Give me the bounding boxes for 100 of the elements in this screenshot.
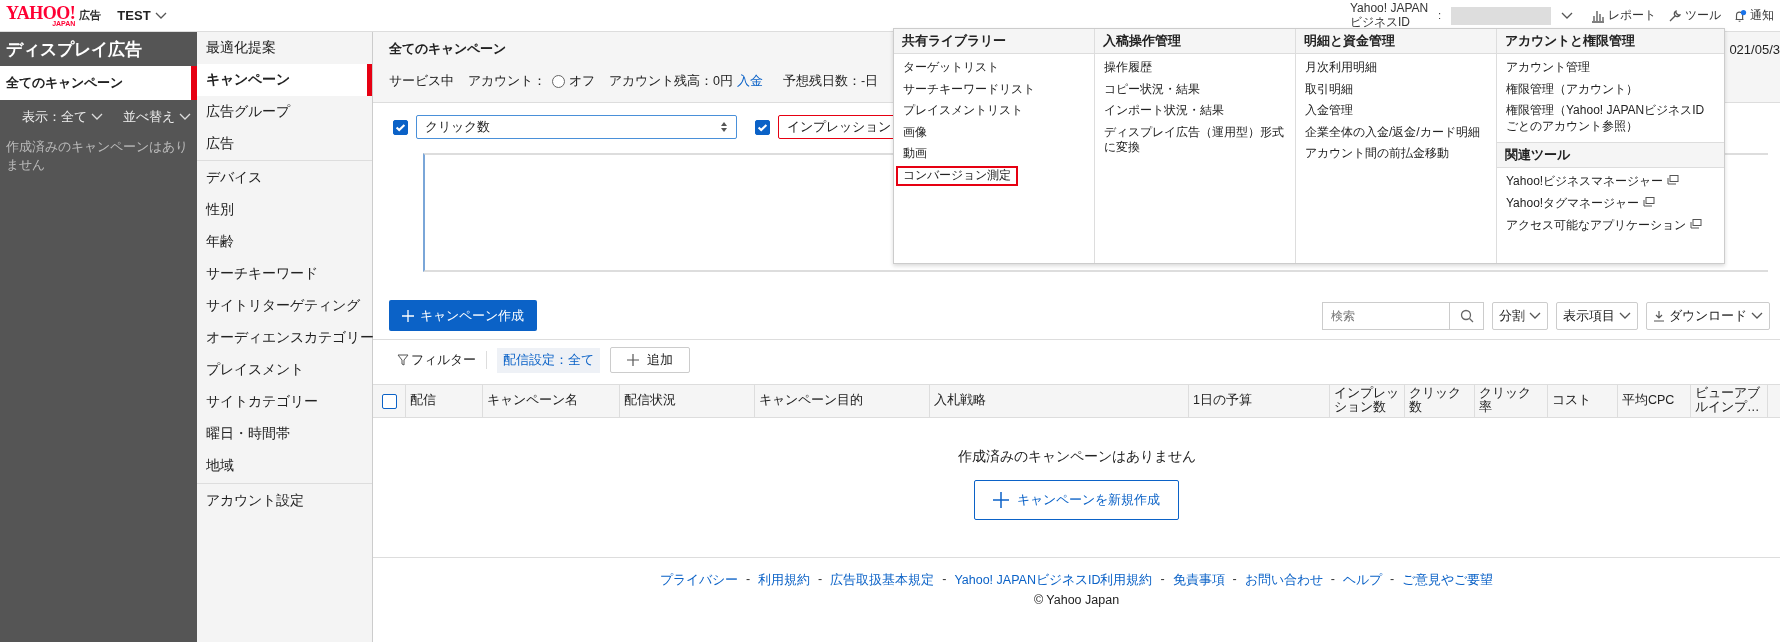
page-title: 全てのキャンペーン [389, 40, 506, 58]
separator-text: : [1438, 10, 1441, 21]
menu-section-title: 共有ライブラリー [894, 29, 1094, 54]
menu-item[interactable]: アカウント管理 [1499, 58, 1722, 78]
filter-chip[interactable]: 配信設定：全て [497, 347, 600, 373]
menu-item[interactable]: 動画 [896, 144, 1092, 164]
create-campaign-button[interactable]: キャンペーン作成 [389, 300, 537, 331]
column-header[interactable]: 1日の予算 [1189, 385, 1330, 417]
menu-section-title: アカウントと権限管理 [1497, 29, 1724, 54]
column-header[interactable]: 入札戦略 [930, 385, 1189, 417]
column-header[interactable]: インプレッション数 [1330, 385, 1405, 417]
chevron-icon [179, 113, 191, 121]
account-switcher[interactable]: TEST [117, 8, 167, 23]
footer-link[interactable]: 利用規約 [758, 572, 811, 589]
column-header[interactable]: コスト [1548, 385, 1618, 417]
separator-text: - [1232, 572, 1237, 588]
column-header[interactable]: 配信状況 [620, 385, 755, 417]
menu-item[interactable]: サーチキーワードリスト [896, 79, 1092, 100]
new-campaign-button[interactable]: キャンペーンを新規作成 [974, 480, 1179, 520]
footer-link[interactable]: ご意見やご要望 [1402, 572, 1494, 589]
dropdown-button[interactable]: 表示項目 [1556, 301, 1638, 330]
column-header[interactable]: 平均CPC [1618, 385, 1691, 417]
sort-dropdown[interactable]: 並べ替え [123, 108, 191, 126]
chevron-icon[interactable] [1561, 11, 1573, 20]
menu-item[interactable]: 操作履歴 [1097, 58, 1293, 78]
menu-item[interactable]: 月次利用明細 [1298, 58, 1494, 78]
menu-item[interactable]: コピー状況・結果 [1097, 79, 1293, 100]
menu-item[interactable]: Yahoo!タグマネージャー [1499, 193, 1722, 214]
footer-link[interactable]: 広告取扱基本規定 [830, 572, 935, 589]
remaining-days-text: 予想残日数：-日 [782, 72, 879, 90]
column-header[interactable]: キャンペーン目的 [755, 385, 930, 417]
column-header[interactable]: 配信 [406, 385, 483, 417]
menu-item[interactable]: 権限管理（アカウント） [1499, 79, 1722, 100]
chevron-icon [154, 11, 167, 20]
menu-item[interactable]: プレイスメントリスト [896, 101, 1092, 121]
chevron-icon [91, 113, 103, 121]
nav-item[interactable]: オーディエンスカテゴリー [197, 322, 372, 354]
view-filter-dropdown[interactable]: 表示：全て [22, 108, 103, 126]
add-filter-button[interactable]: 追加 [610, 347, 690, 373]
nav-item[interactable]: サーチキーワード [197, 258, 372, 290]
menu-item[interactable]: 取引明細 [1298, 79, 1494, 100]
column-header[interactable]: ビューアブルインプ… [1691, 385, 1768, 417]
nav-item[interactable]: 曜日・時間帯 [197, 418, 372, 450]
external-window-icon [1667, 175, 1680, 186]
campaign-list-item[interactable]: 全てのキャンペーン [0, 66, 197, 100]
menu-item[interactable]: 画像 [896, 122, 1092, 143]
account-label: アカウント： [468, 72, 546, 90]
copyright-text: © Yahoo Japan [1033, 593, 1120, 607]
menu-section-title: 関連ツール [1497, 142, 1724, 169]
nav-item[interactable]: デバイス [197, 162, 372, 194]
nav-item[interactable]: 年齢 [197, 226, 372, 258]
balance-text: アカウント残高：0円 [609, 72, 733, 90]
search-field[interactable]: 検索 [1322, 301, 1484, 330]
footer-link[interactable]: ヘルプ [1342, 572, 1382, 589]
filter-button[interactable]: フィルター [397, 351, 487, 369]
metric-select[interactable]: クリック数 [416, 115, 737, 139]
menu-item[interactable]: アクセス可能なアプリケーション [1499, 215, 1722, 236]
checkbox[interactable] [755, 119, 770, 135]
menu-section-title: 明細と資金管理 [1296, 29, 1496, 54]
business-id-label: Yahoo! JAPAN ビジネスID [1349, 2, 1429, 29]
footer-link[interactable]: 免責事項 [1172, 572, 1225, 589]
menu-section-title: 入稿操作管理 [1095, 29, 1295, 54]
deposit-link[interactable]: 入金 [736, 72, 763, 90]
column-header[interactable]: クリック数 [1405, 385, 1475, 417]
menu-item[interactable]: 入金管理 [1298, 101, 1494, 121]
tools-link[interactable]: ツール [1668, 7, 1721, 24]
download-button[interactable]: ダウンロード [1646, 301, 1770, 330]
nav-item[interactable]: サイトカテゴリー [197, 386, 372, 418]
menu-item[interactable]: コンバージョン測定 [896, 165, 1018, 186]
menu-item[interactable]: ディスプレイ広告（運用型）形式に変換 [1097, 122, 1293, 158]
footer-link[interactable]: Yahoo! JAPANビジネスID利用規約 [954, 572, 1153, 589]
menu-item[interactable]: Yahoo!ビジネスマネージャー [1499, 172, 1722, 192]
search-icon [1459, 308, 1474, 323]
nav-item[interactable]: 地域 [197, 450, 372, 482]
nav-item[interactable]: サイトリターゲティング [197, 290, 372, 322]
column-header[interactable]: キャンペーン名 [483, 385, 620, 417]
nav-item[interactable]: キャンペーン [197, 64, 372, 96]
nav-item[interactable]: アカウント設定 [197, 485, 372, 517]
nav-item[interactable]: 性別 [197, 194, 372, 226]
separator-text: - [1330, 572, 1335, 588]
checkbox[interactable] [393, 119, 408, 135]
menu-item[interactable]: 企業全体の入金/返金/カード明細 [1298, 122, 1494, 143]
menu-item[interactable]: 権限管理（Yahoo! JAPANビジネスIDごとのアカウント参照） [1499, 101, 1722, 137]
menu-item[interactable]: ターゲットリスト [896, 58, 1092, 78]
menu-item[interactable]: インポート状況・結果 [1097, 101, 1293, 121]
nav-item[interactable]: 広告グループ [197, 96, 372, 128]
footer-link[interactable]: お問い合わせ [1244, 572, 1323, 589]
external-window-icon [1643, 196, 1656, 207]
nav-item[interactable]: プレイスメント [197, 354, 372, 386]
column-header[interactable]: クリック率 [1475, 385, 1548, 417]
notifications-link[interactable]: 通知 [1733, 7, 1774, 24]
account-radio[interactable]: オフ [552, 72, 595, 90]
chevron-icon [1751, 311, 1763, 320]
menu-item[interactable]: アカウント間の前払金移動 [1298, 144, 1494, 164]
nav-item[interactable]: 最適化提案 [197, 32, 372, 64]
nav-item[interactable]: 広告 [197, 128, 372, 160]
select-all-checkbox[interactable] [381, 393, 397, 409]
dropdown-button[interactable]: 分割 [1492, 301, 1548, 330]
footer-link[interactable]: プライバシー [659, 572, 738, 589]
report-link[interactable]: レポート [1591, 7, 1656, 24]
